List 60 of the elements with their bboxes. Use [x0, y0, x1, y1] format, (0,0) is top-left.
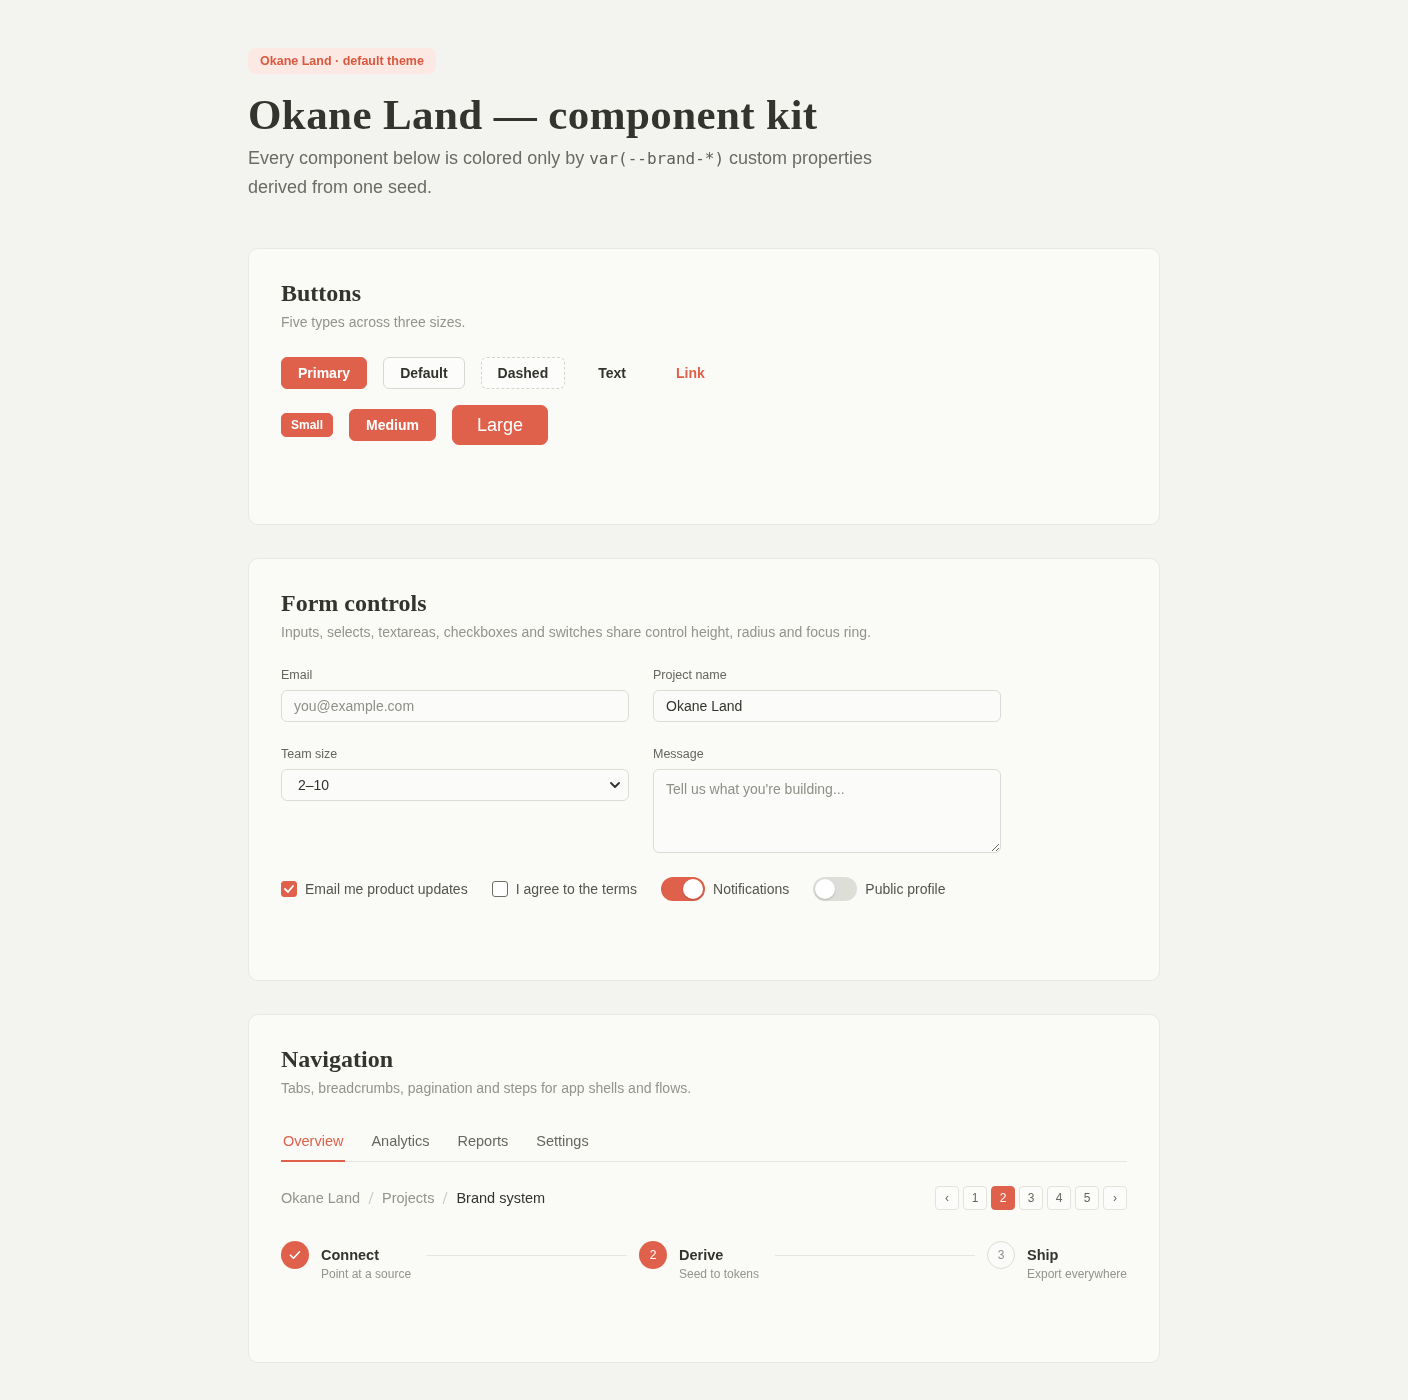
chevron-down-icon	[610, 782, 620, 788]
breadcrumb-item[interactable]: Okane Land	[281, 1188, 360, 1208]
medium-button[interactable]: Medium	[349, 409, 436, 441]
field-label: Email	[281, 667, 313, 684]
checkbox[interactable]	[491, 881, 508, 897]
switch[interactable]	[813, 877, 858, 901]
check-circle-icon	[281, 1241, 309, 1269]
small-button[interactable]: Small	[281, 413, 333, 437]
select-field[interactable]: 2–10	[281, 769, 629, 801]
dashed-button[interactable]: Dashed	[480, 357, 566, 389]
step-title: Derive	[679, 1246, 724, 1265]
page-button[interactable]: 5	[1075, 1186, 1099, 1210]
step-subtitle: Export everywhere	[1026, 1266, 1127, 1283]
page-button[interactable]: 3	[1019, 1186, 1043, 1210]
next-page-button[interactable]: ›	[1103, 1186, 1127, 1210]
switch-label: Notifications	[713, 880, 790, 899]
tab[interactable]: Reports	[455, 1131, 511, 1162]
primary-button[interactable]: Primary	[281, 357, 368, 389]
breadcrumb-item[interactable]: Projects	[382, 1188, 435, 1208]
step-subtitle: Point at a source	[321, 1266, 412, 1283]
slash-icon	[368, 1191, 374, 1205]
card-title: Buttons	[281, 279, 363, 308]
check-icon	[284, 885, 294, 893]
step-title: Ship	[1026, 1246, 1059, 1265]
checkbox-label: Email me product updates	[305, 880, 468, 899]
page-title: Okane Land — component kit	[248, 90, 818, 140]
tab[interactable]: Settings	[534, 1131, 591, 1162]
step-number: 3	[986, 1241, 1015, 1269]
page-subtitle: Every component below is colored only by var(--brand-*) custom properties derived from one seed.	[248, 147, 874, 199]
field-label: Message	[653, 746, 704, 763]
card-description: Inputs, selects, textareas, checkboxes and switches share control height, radius and focus ring.	[281, 623, 872, 642]
step-number: 2	[639, 1241, 667, 1269]
page-button[interactable]: 2	[991, 1186, 1015, 1210]
card-title: Form controls	[281, 589, 428, 618]
breadcrumb-item: Brand system	[456, 1189, 546, 1208]
field-label: Project name	[653, 667, 727, 684]
switch[interactable]	[661, 877, 706, 901]
default-button[interactable]: Default	[383, 357, 465, 389]
step-subtitle: Seed to tokens	[679, 1266, 760, 1283]
checkbox[interactable]	[281, 881, 297, 897]
field-label: Team size	[281, 746, 338, 763]
checkbox-label: I agree to the terms	[515, 880, 638, 899]
large-button[interactable]: Large	[451, 405, 548, 445]
text-input[interactable]: Okane Land	[653, 690, 1001, 722]
card-description: Five types across three sizes.	[281, 313, 467, 332]
slash-icon	[442, 1191, 449, 1205]
step-title: Connect	[321, 1246, 379, 1265]
page-button[interactable]: 1	[963, 1186, 987, 1210]
previous-page-button[interactable]: ‹	[935, 1186, 959, 1210]
page-button[interactable]: 4	[1047, 1186, 1071, 1210]
theme-badge: Okane Land · default theme	[248, 48, 436, 74]
textarea-field[interactable]: Tell us what you're building...	[653, 769, 1001, 853]
card-description: Tabs, breadcrumbs, pagination and steps for app shells and flows.	[281, 1079, 693, 1098]
link[interactable]: Link	[658, 357, 722, 389]
switch-label: Public profile	[865, 880, 946, 899]
text-button[interactable]: Text	[581, 357, 643, 389]
tab[interactable]: Overview	[281, 1131, 346, 1162]
text-input[interactable]: you@example.com	[281, 690, 629, 722]
tab[interactable]: Analytics	[369, 1131, 432, 1162]
card-title: Navigation	[281, 1045, 394, 1074]
